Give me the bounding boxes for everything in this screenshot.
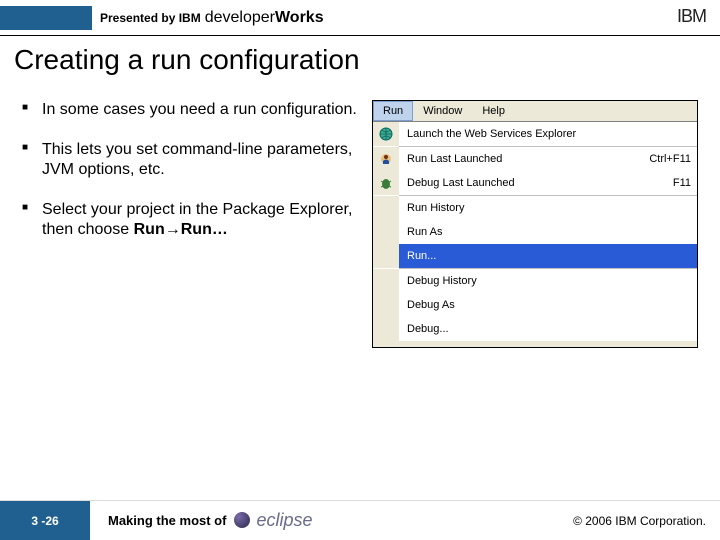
run-icon (373, 147, 399, 171)
copyright-text: © 2006 IBM Corporation. (573, 514, 706, 528)
menu-window[interactable]: Window (413, 101, 472, 121)
bullet-item: Select your project in the Package Explo… (16, 200, 364, 240)
menu-item-run-history[interactable]: Run History (373, 196, 697, 220)
globe-icon (373, 122, 399, 146)
menu-screenshot: Run Window Help Launch the Web Services … (372, 100, 698, 348)
footer-bar: 3 -26 Making the most of eclipse © 2006 … (0, 500, 720, 540)
menu-item-run[interactable]: Run... (373, 244, 697, 268)
menu-bottom-pad (373, 341, 697, 347)
footer-subtitle: Making the most of eclipse (90, 510, 312, 531)
menu-item-debug-history[interactable]: Debug History (373, 269, 697, 293)
menu-item-launch-wse[interactable]: Launch the Web Services Explorer (373, 122, 697, 146)
bullet-item: This lets you set command-line parameter… (16, 140, 364, 180)
bullet-list: In some cases you need a run configurati… (16, 100, 364, 348)
bullet-item: In some cases you need a run configurati… (16, 100, 364, 120)
eclipse-logo: eclipse (234, 510, 312, 531)
brand-part1: developer (205, 9, 275, 27)
page-number: 3 -26 (0, 501, 90, 540)
menu-help[interactable]: Help (472, 101, 515, 121)
header-accent (0, 6, 92, 30)
menubar: Run Window Help (373, 101, 697, 121)
content-area: In some cases you need a run configurati… (0, 82, 720, 348)
menu-run[interactable]: Run (373, 101, 413, 121)
dropdown-menu: Launch the Web Services Explorer Run Las… (373, 121, 697, 347)
presented-by: Presented by IBM (100, 11, 201, 25)
menu-item-debug[interactable]: Debug... (373, 317, 697, 341)
slide-title: Creating a run configuration (0, 36, 720, 82)
brand-part2: Works (275, 9, 324, 27)
menu-item-debug-last[interactable]: Debug Last Launched F11 (373, 171, 697, 195)
menu-item-run-last[interactable]: Run Last Launched Ctrl+F11 (373, 147, 697, 171)
shortcut-label: F11 (665, 177, 691, 189)
header-bar: Presented by IBM developerWorks IBM (0, 0, 720, 36)
menu-item-run-as[interactable]: Run As (373, 220, 697, 244)
ibm-logo: IBM (677, 6, 706, 27)
menu-item-debug-as[interactable]: Debug As (373, 293, 697, 317)
shortcut-label: Ctrl+F11 (641, 153, 691, 165)
debug-icon (373, 171, 399, 195)
